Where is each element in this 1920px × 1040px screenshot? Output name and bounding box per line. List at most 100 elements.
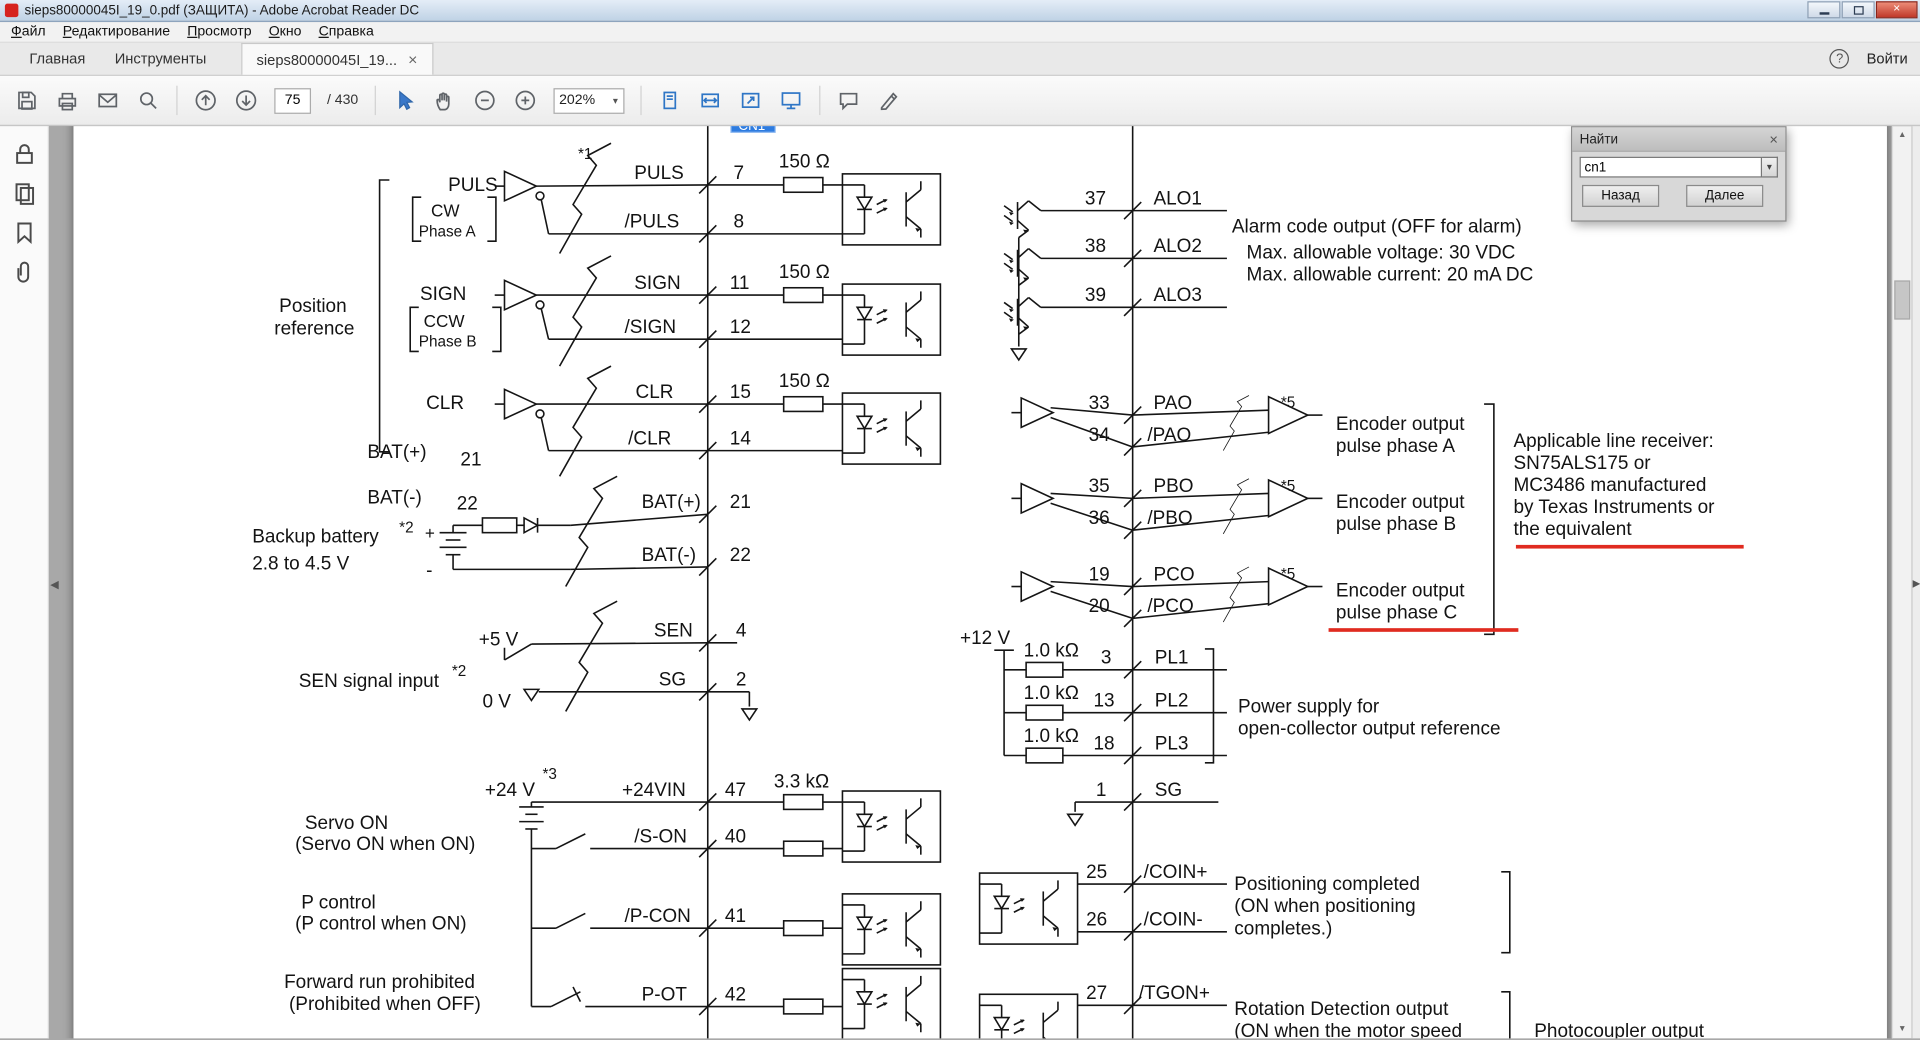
- find-close-icon[interactable]: ×: [1769, 130, 1778, 147]
- right-pane-toggle-icon[interactable]: ▶: [1913, 578, 1920, 589]
- lbl-alo2: ALO2: [1153, 236, 1202, 257]
- lbl-note5a: *5: [1281, 395, 1295, 412]
- close-button[interactable]: ×: [1875, 1, 1918, 19]
- lbl-bat-m: BAT(-): [367, 487, 421, 508]
- find-next-button[interactable]: Далее: [1686, 184, 1764, 207]
- find-dropdown-icon[interactable]: ▾: [1762, 156, 1778, 178]
- lbl-position1: Position: [279, 296, 346, 317]
- lbl-coin-m: /COIN-: [1144, 910, 1203, 931]
- lbl-note5c: *5: [1281, 566, 1295, 583]
- lbl-fwd1: Forward run prohibited: [284, 972, 475, 993]
- select-tool-icon[interactable]: [391, 88, 415, 112]
- red-underline-equivalent: [1515, 544, 1744, 549]
- lbl-pin22: 22: [730, 545, 751, 566]
- print-icon[interactable]: [55, 88, 79, 112]
- window-title: sieps80000045I_19_0.pdf (ЗАЩИТА) - Adobe…: [24, 3, 420, 18]
- lbl-pin36: 36: [1089, 508, 1110, 529]
- lbl-nclr: /CLR: [628, 428, 671, 449]
- tab-document[interactable]: sieps80000045I_19... ×: [240, 42, 434, 75]
- lbl-note2b: *2: [452, 663, 466, 680]
- lbl-r150-2: 150 Ω: [779, 262, 830, 283]
- search-icon[interactable]: [136, 88, 160, 112]
- lbl-nsign: /SIGN: [624, 317, 676, 338]
- zoom-in-icon[interactable]: [513, 88, 537, 112]
- next-page-icon[interactable]: [234, 88, 258, 112]
- menu-file[interactable]: Файл: [2, 23, 54, 40]
- right-pane-strip[interactable]: ▶: [1911, 126, 1920, 1039]
- find-dialog: Найти × ▾ Назад Далее: [1571, 126, 1787, 222]
- lbl-battery-range: 2.8 to 4.5 V: [252, 553, 349, 574]
- zoom-level-select[interactable]: 202% ▾: [552, 87, 624, 114]
- lbl-pin21: 21: [730, 492, 751, 513]
- lbl-phase-a: Phase A: [419, 223, 477, 240]
- scrollbar-thumb[interactable]: [1894, 280, 1911, 320]
- lbl-recv2: SN75ALS175 or: [1513, 453, 1650, 474]
- acrobat-window: sieps80000045I_19_0.pdf (ЗАЩИТА) - Adobe…: [0, 0, 1920, 1040]
- find-dialog-header[interactable]: Найти ×: [1572, 127, 1786, 152]
- tab-tools[interactable]: Инструменты: [100, 43, 221, 75]
- menu-view[interactable]: Просмотр: [179, 23, 260, 40]
- lbl-pl3: PL3: [1155, 733, 1189, 754]
- email-icon[interactable]: [96, 88, 120, 112]
- lbl-pin14: 14: [730, 428, 751, 449]
- hand-tool-icon[interactable]: [432, 88, 456, 112]
- tab-home[interactable]: Главная: [15, 43, 100, 75]
- lbl-pin33: 33: [1089, 393, 1110, 414]
- lbl-plus12v: +12 V: [960, 628, 1010, 649]
- find-input[interactable]: [1579, 156, 1763, 178]
- fullscreen-icon[interactable]: [738, 88, 762, 112]
- scroll-down-icon[interactable]: ▼: [1893, 1020, 1911, 1038]
- lbl-pin3: 3: [1101, 648, 1112, 669]
- lbl-servo-on1: Servo ON: [305, 813, 388, 834]
- tab-close-icon[interactable]: ×: [408, 51, 417, 67]
- previous-page-icon[interactable]: [193, 88, 217, 112]
- page-number-input[interactable]: 75: [274, 87, 312, 114]
- attachments-icon[interactable]: [10, 258, 37, 285]
- find-back-button[interactable]: Назад: [1582, 184, 1660, 207]
- lbl-recv1: Applicable line receiver:: [1513, 431, 1713, 452]
- page-thumbnails-icon[interactable]: [10, 180, 37, 207]
- red-underline-phase-c: [1328, 628, 1519, 632]
- lbl-p-control2: (P control when ON): [295, 913, 467, 934]
- lbl-alarm2: Max. allowable voltage: 30 VDC: [1247, 242, 1516, 263]
- lbl-psu2: open-collector output reference: [1238, 719, 1501, 740]
- lbl-enc-b2: pulse phase B: [1336, 514, 1456, 535]
- menu-edit[interactable]: Редактирование: [54, 23, 178, 40]
- lbl-sen-signal: SEN signal input: [299, 671, 440, 692]
- tab-bar: Главная Инструменты sieps80000045I_19...…: [0, 42, 1920, 76]
- title-bar[interactable]: sieps80000045I_19_0.pdf (ЗАЩИТА) - Adobe…: [0, 0, 1920, 23]
- help-icon[interactable]: ?: [1829, 48, 1850, 69]
- lbl-pin41: 41: [725, 906, 746, 927]
- lbl-sg1: SG: [659, 670, 686, 691]
- save-icon[interactable]: [15, 88, 39, 112]
- lbl-fwd2: (Prohibited when OFF): [289, 994, 481, 1015]
- lbl-pin20: 20: [1089, 596, 1110, 617]
- lbl-recv3: MC3486 manufactured: [1513, 475, 1706, 496]
- zoom-out-icon[interactable]: [472, 88, 496, 112]
- bookmarks-icon[interactable]: [10, 219, 37, 246]
- menu-help[interactable]: Справка: [310, 23, 382, 40]
- lbl-tgon-p: /TGON+: [1139, 983, 1210, 1004]
- lbl-alo3: ALO3: [1153, 285, 1202, 306]
- minimize-button[interactable]: [1807, 1, 1841, 19]
- fit-width-icon[interactable]: [697, 88, 721, 112]
- menu-window[interactable]: Окно: [260, 23, 310, 40]
- lbl-pin2: 2: [736, 670, 747, 691]
- lbl-r10k-3: 1.0 kΩ: [1024, 726, 1079, 747]
- lbl-clr: CLR: [636, 382, 674, 403]
- comment-icon[interactable]: [836, 88, 860, 112]
- vertical-scrollbar[interactable]: ▲ ▼: [1891, 126, 1912, 1039]
- lock-icon[interactable]: [10, 141, 37, 168]
- left-pane-toggle-icon[interactable]: ◀: [50, 578, 58, 591]
- lbl-pin27: 27: [1086, 983, 1107, 1004]
- lbl-clr-in: CLR: [426, 393, 464, 414]
- annotate-pen-icon[interactable]: [876, 88, 900, 112]
- presentation-icon[interactable]: [778, 88, 802, 112]
- document-view[interactable]: ◀ CN1 *1 PULS CW Phase A PULS 7 150 Ω /P…: [48, 126, 1912, 1039]
- fit-one-page-icon[interactable]: [657, 88, 681, 112]
- scroll-up-icon[interactable]: ▲: [1893, 126, 1911, 144]
- lbl-puls-in: PULS: [448, 175, 498, 196]
- lbl-ccw: CCW: [424, 311, 466, 331]
- sign-in-button[interactable]: Войти: [1867, 50, 1908, 67]
- maximize-button[interactable]: [1841, 1, 1875, 19]
